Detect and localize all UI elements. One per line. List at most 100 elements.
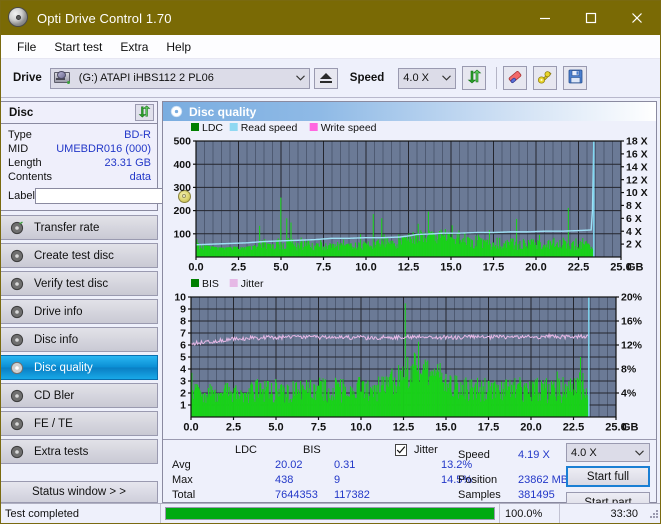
minimize-button[interactable] <box>522 1 568 35</box>
sidebar-nav: Transfer rate Create test disc Verify te… <box>1 215 161 467</box>
panel-title: Disc quality <box>189 104 257 119</box>
close-button[interactable] <box>614 1 660 35</box>
svg-text:BIS: BIS <box>202 279 219 290</box>
svg-text:6: 6 <box>180 340 186 352</box>
sidebar-item-label: Disc quality <box>34 361 93 374</box>
svg-text:400: 400 <box>173 159 191 171</box>
drive-select[interactable]: (G:) ATAPI iHBS112 2 PL06 <box>49 67 310 89</box>
disc-panel-header: Disc <box>1 102 157 124</box>
app-icon <box>8 7 30 29</box>
disc-icon <box>6 417 28 431</box>
svg-text:10 X: 10 X <box>626 187 648 199</box>
drive-label: Drive <box>13 72 42 84</box>
menu-start-test[interactable]: Start test <box>45 37 111 57</box>
svg-text:5.0: 5.0 <box>268 422 283 434</box>
disc-label-input[interactable] <box>34 188 173 204</box>
resize-grip[interactable] <box>648 508 660 520</box>
sidebar-item-extra-tests[interactable]: Extra tests <box>1 439 158 464</box>
svg-text:0.0: 0.0 <box>188 262 203 274</box>
sidebar: Disc Type BD-R MID UMEBDR016 (000) Lengt… <box>1 98 192 503</box>
disc-panel: Disc Type BD-R MID UMEBDR016 (000) Lengt… <box>1 101 192 211</box>
svg-text:17.5: 17.5 <box>478 422 499 434</box>
save-button[interactable] <box>563 66 588 90</box>
menu-file[interactable]: File <box>8 37 45 57</box>
ldc-chart-svg: 1002003004005002 X4 X6 X8 X10 X12 X14 X1… <box>173 122 648 274</box>
sidebar-item-verify-test-disc[interactable]: Verify test disc <box>1 271 158 296</box>
sidebar-item-fe-te[interactable]: FE / TE <box>1 411 158 436</box>
start-full-button[interactable]: Start full <box>566 466 650 487</box>
svg-text:15.0: 15.0 <box>440 262 461 274</box>
status-message: Test completed <box>1 504 161 523</box>
chevron-down-icon <box>295 72 305 84</box>
sidebar-item-disc-info[interactable]: Disc info <box>1 327 158 352</box>
speed-select[interactable]: 4.0 X <box>398 67 457 89</box>
speed-stat-label: Speed <box>458 449 490 461</box>
stats-row-avg: Avg <box>172 459 191 471</box>
svg-text:7.5: 7.5 <box>316 262 331 274</box>
svg-text:14 X: 14 X <box>626 161 648 173</box>
jitter-checkbox[interactable] <box>395 444 407 456</box>
disc-icon <box>6 445 28 459</box>
sidebar-item-drive-info[interactable]: Drive info <box>1 299 158 324</box>
svg-text:9: 9 <box>180 304 186 316</box>
speed-select-value: 4.0 X <box>403 72 429 84</box>
progress-track <box>165 507 495 520</box>
svg-text:20.0: 20.0 <box>525 262 546 274</box>
tools-button[interactable] <box>533 66 558 90</box>
svg-text:4: 4 <box>180 364 186 376</box>
app-window: Opti Drive Control 1.70 File Start test … <box>0 0 661 524</box>
menu-help[interactable]: Help <box>157 37 200 57</box>
speed-stat-value: 4.19 X <box>518 449 550 461</box>
test-speed-select[interactable]: 4.0 X <box>566 443 650 462</box>
progress-percent: 100.0% <box>500 504 560 523</box>
disc-icon <box>6 389 28 403</box>
refresh-button[interactable] <box>462 66 487 90</box>
svg-text:15.0: 15.0 <box>435 422 456 434</box>
drive-select-value: (G:) ATAPI iHBS112 2 PL06 <box>78 72 214 84</box>
disc-panel-title: Disc <box>9 106 34 119</box>
main-area: Disc Type BD-R MID UMEBDR016 (000) Lengt… <box>1 98 660 513</box>
disc-label-key: Label <box>8 190 35 202</box>
svg-text:6 X: 6 X <box>626 213 642 225</box>
svg-text:200: 200 <box>173 205 191 217</box>
sidebar-item-transfer-rate[interactable]: Transfer rate <box>1 215 158 240</box>
erase-button[interactable] <box>503 66 528 90</box>
window-controls <box>522 1 660 35</box>
eject-button[interactable] <box>313 67 338 89</box>
svg-text:2.5: 2.5 <box>226 422 241 434</box>
svg-text:20.0: 20.0 <box>520 422 541 434</box>
sidebar-item-disc-quality[interactable]: Disc quality <box>1 355 158 380</box>
disc-row-contents-value: data <box>129 171 151 183</box>
refresh-icon <box>467 69 482 87</box>
svg-text:4 X: 4 X <box>626 226 642 238</box>
disc-quality-panel: Disc quality 100 200 300 400 500 2 X4 X6 X8 X… <box>162 101 657 513</box>
sidebar-item-label: Verify test disc <box>34 277 109 290</box>
disc-icon <box>170 105 183 118</box>
disc-refresh-button[interactable] <box>135 104 154 121</box>
sidebar-item-create-test-disc[interactable]: Create test disc <box>1 243 158 268</box>
sidebar-item-label: Create test disc <box>34 249 114 262</box>
toolbar-separator <box>496 67 498 89</box>
toolbar: Drive (G:) ATAPI iHBS112 2 PL06 Speed 4.… <box>1 59 660 98</box>
status-window-button[interactable]: Status window > > <box>1 481 158 503</box>
svg-text:12.5: 12.5 <box>398 262 419 274</box>
maximize-button[interactable] <box>568 1 614 35</box>
svg-text:12.5: 12.5 <box>393 422 414 434</box>
disc-icon <box>6 361 28 375</box>
svg-text:2.5: 2.5 <box>231 262 246 274</box>
disc-row-mid-key: MID <box>8 143 29 155</box>
panel-header: Disc quality <box>163 102 656 121</box>
menu-extra[interactable]: Extra <box>111 37 157 57</box>
svg-text:7.5: 7.5 <box>311 422 326 434</box>
svg-text:10.0: 10.0 <box>355 262 376 274</box>
stats-row-total: Total <box>172 489 196 501</box>
svg-text:10.0: 10.0 <box>350 422 371 434</box>
sidebar-item-label: Disc info <box>34 333 79 346</box>
svg-text:300: 300 <box>173 182 191 194</box>
disc-row-length-value: 23.31 GB <box>104 157 151 169</box>
window-title: Opti Drive Control 1.70 <box>37 10 172 26</box>
svg-text:10: 10 <box>174 292 186 304</box>
svg-text:7: 7 <box>180 328 186 340</box>
sidebar-item-cd-bler[interactable]: CD Bler <box>1 383 158 408</box>
